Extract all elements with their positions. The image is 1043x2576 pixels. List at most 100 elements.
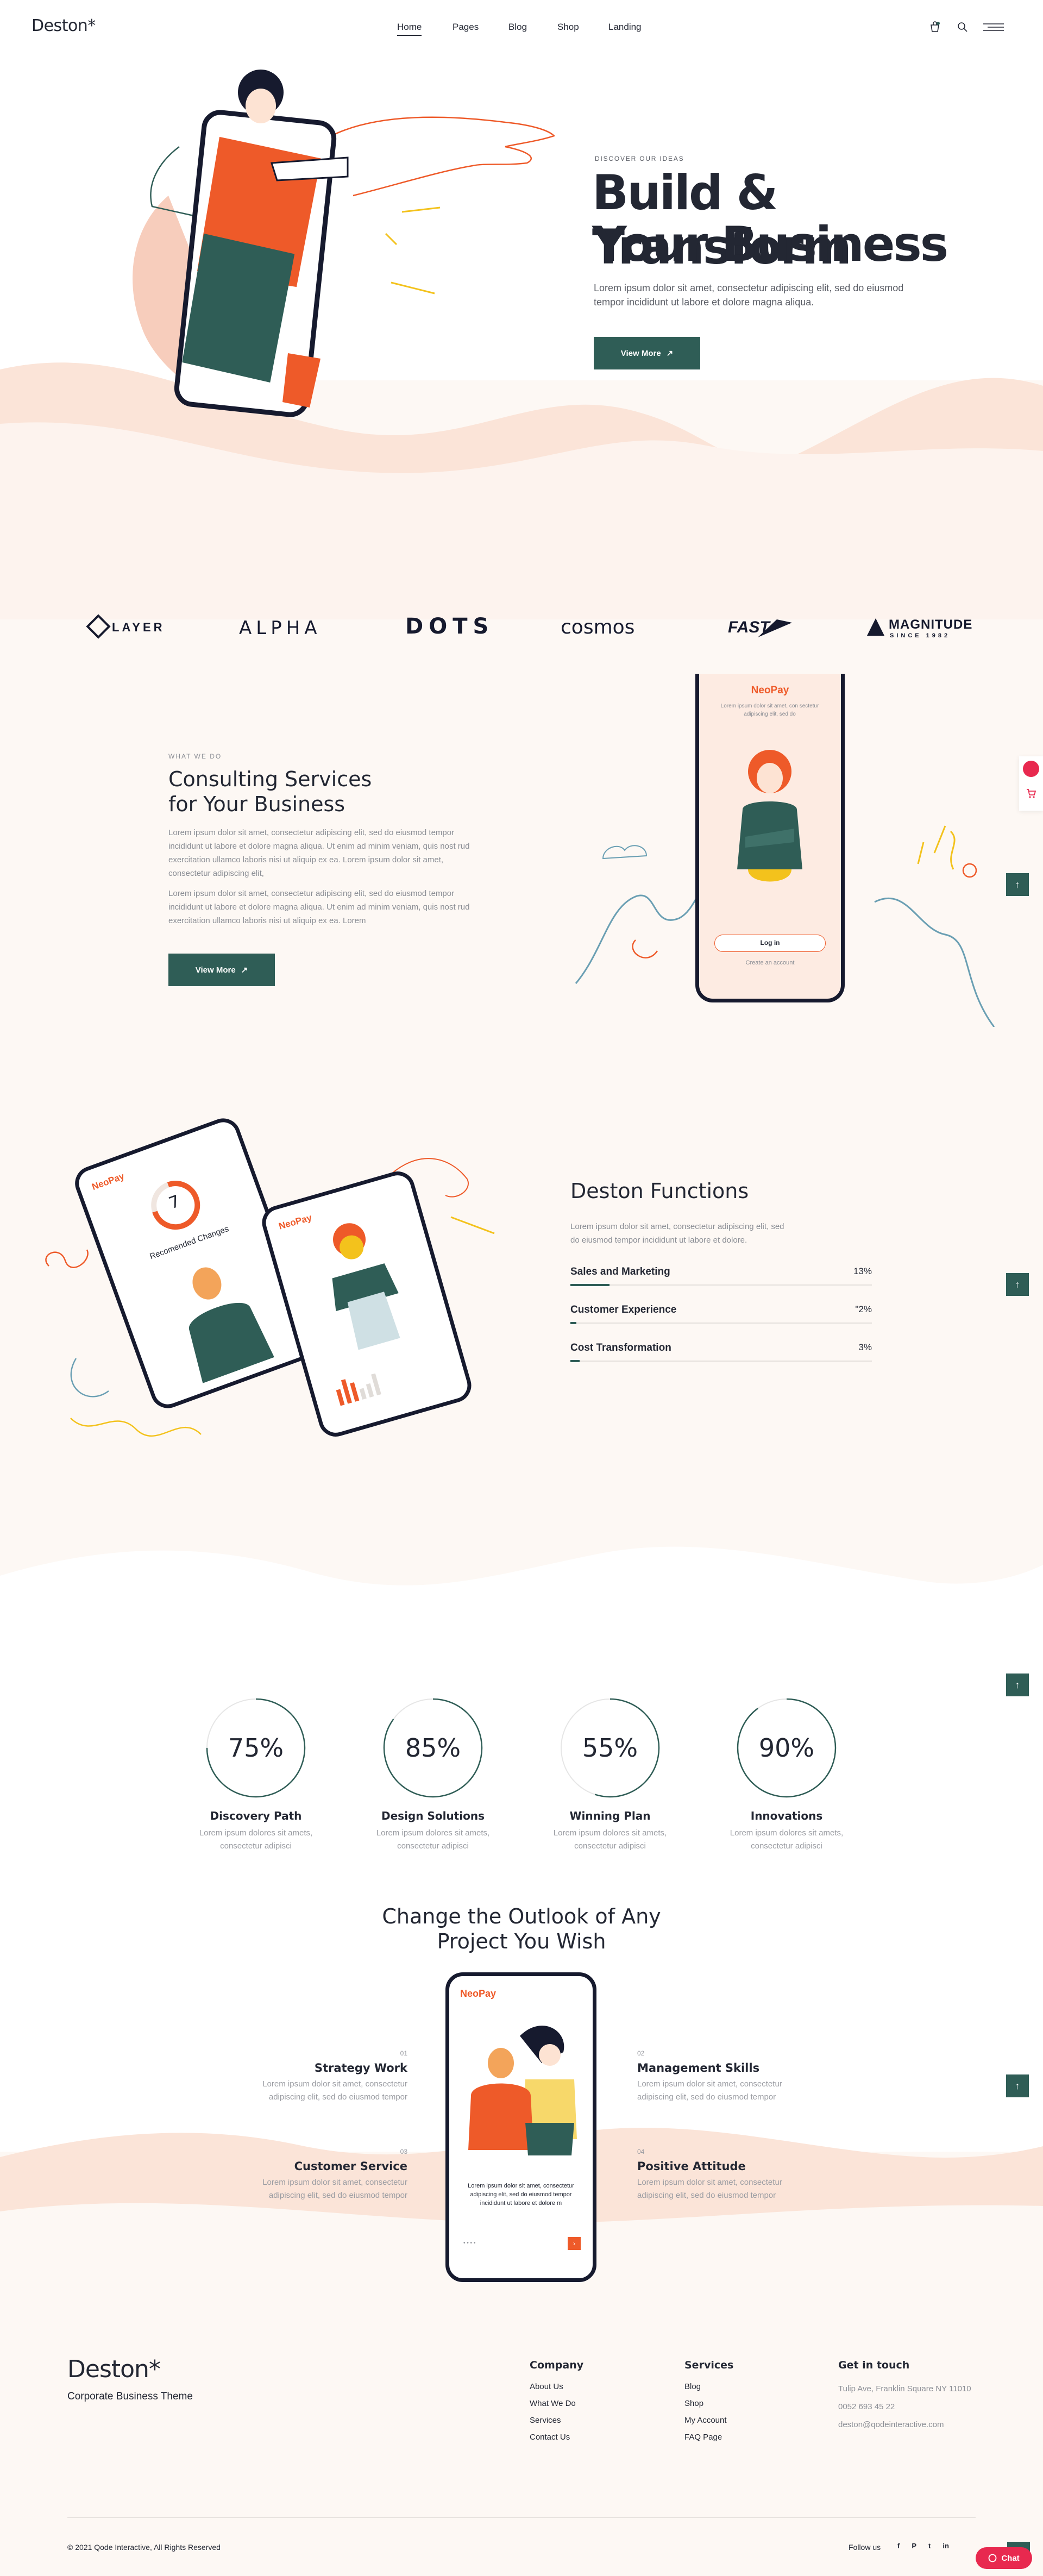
phone-text: Lorem ipsum dolor sit amet, con sectetur… bbox=[720, 703, 819, 717]
footer-contact-title: Get in touch bbox=[838, 2359, 910, 2371]
hero-view-more-label: View More bbox=[620, 348, 661, 358]
phone-brand: NeoPay bbox=[751, 685, 789, 696]
footer-email[interactable]: deston@qodeinteractive.com bbox=[838, 2420, 1017, 2429]
menu-icon[interactable] bbox=[983, 23, 1004, 32]
consulting-view-more-button[interactable]: View More ↗ bbox=[168, 954, 275, 986]
circle-title: Innovations bbox=[750, 1809, 823, 1822]
outlook-phone-mockup: NeoPay Lorem ipsum dolor sit amet, conse… bbox=[445, 1972, 596, 2282]
circle-desc-line-1: Lorem ipsum dolores sit amets, bbox=[553, 1828, 667, 1838]
feature-customer-service: 03 Customer Service Lorem ipsum dolor si… bbox=[239, 2148, 407, 2202]
outlook-phone-brand: NeoPay bbox=[460, 1988, 497, 1999]
circle-title: Discovery Path bbox=[210, 1809, 302, 1822]
layer-logo-icon bbox=[86, 614, 111, 639]
feature-number: 01 bbox=[400, 2049, 407, 2057]
client-logos: LAYER ALPHA DOTS cosmos FAST MAGNITUDE S… bbox=[0, 609, 1043, 652]
outlook-title-line-2: Project You Wish bbox=[437, 1929, 606, 1953]
circle-desc-line-2: consectetur adipisci bbox=[220, 1841, 292, 1851]
circle-design: 85% bbox=[382, 1697, 483, 1798]
feature-title: Positive Attitude bbox=[637, 2160, 746, 2173]
linkedin-icon[interactable]: in bbox=[943, 2542, 949, 2550]
consulting-title-line-1: Consulting Services bbox=[168, 767, 372, 791]
footer-link-about[interactable]: About Us bbox=[530, 2382, 638, 2391]
phone-left-brand: NeoPay bbox=[90, 1170, 126, 1193]
footer-phone[interactable]: 0052 693 45 22 bbox=[838, 2402, 1017, 2411]
footer-link-what-we-do[interactable]: What We Do bbox=[530, 2399, 638, 2408]
feature-number: 04 bbox=[637, 2148, 645, 2155]
circle-desc-line-2: consectetur adipisci bbox=[397, 1841, 469, 1851]
feature-title: Strategy Work bbox=[314, 2061, 407, 2074]
arrow-up-right-icon: ↗ bbox=[241, 966, 248, 975]
search-icon[interactable] bbox=[957, 22, 968, 33]
footer-link-shop[interactable]: Shop bbox=[684, 2399, 793, 2408]
chat-bubble-icon bbox=[988, 2554, 997, 2562]
consulting-view-more-label: View More bbox=[195, 965, 236, 975]
login-button[interactable]: Log in bbox=[714, 935, 826, 952]
chat-button[interactable]: Chat bbox=[976, 2547, 1032, 2569]
skill-experience-fill bbox=[570, 1322, 577, 1324]
feature-title: Management Skills bbox=[637, 2061, 760, 2074]
pinterest-icon[interactable]: P bbox=[912, 2542, 916, 2550]
footer-logo[interactable]: Deston* bbox=[67, 2355, 161, 2383]
skill-sales-fill bbox=[570, 1284, 610, 1286]
logo-cosmos: cosmos bbox=[561, 616, 635, 638]
outlook-phone-text: Lorem ipsum dolor sit amet, consectetur … bbox=[468, 2183, 574, 2207]
feature-number: 02 bbox=[637, 2049, 645, 2057]
footer-link-my-account[interactable]: My Account bbox=[684, 2416, 793, 2425]
demo-icon[interactable] bbox=[1023, 761, 1039, 777]
mid-wave-background bbox=[0, 1546, 1043, 1630]
next-arrow-button[interactable]: › bbox=[568, 2237, 581, 2250]
skill-experience-label: Customer Experience bbox=[570, 1304, 677, 1315]
circle-desc-line-2: consectetur adipisci bbox=[574, 1841, 646, 1851]
man-illustration bbox=[189, 1267, 274, 1383]
consulting-paragraph-1: Lorem ipsum dolor sit amet, consectetur … bbox=[168, 828, 470, 878]
skill-cost-track bbox=[570, 1360, 872, 1362]
scroll-up-button[interactable]: ↑ bbox=[1006, 2074, 1029, 2097]
nav-item-home[interactable]: Home bbox=[397, 22, 422, 36]
nav-item-shop[interactable]: Shop bbox=[557, 22, 579, 33]
feature-desc: Lorem ipsum dolor sit amet, consectetur … bbox=[637, 2178, 782, 2200]
footer-company: Company About Us What We Do Services Con… bbox=[530, 2359, 638, 2442]
footer-services-title: Services bbox=[684, 2359, 734, 2371]
skill-sales-track bbox=[570, 1284, 872, 1286]
consulting-phone-mockup: NeoPay Lorem ipsum dolor sit amet, con s… bbox=[695, 674, 845, 1002]
nav-item-landing[interactable]: Landing bbox=[608, 22, 642, 33]
feature-desc: Lorem ipsum dolor sit amet, consectetur … bbox=[637, 2079, 782, 2102]
worker-illustration bbox=[332, 1223, 400, 1350]
circle-desc-line-1: Lorem ipsum dolores sit amets, bbox=[376, 1828, 490, 1838]
logo-alpha: ALPHA bbox=[239, 617, 322, 639]
feature-positive-attitude: 04 Positive Attitude Lorem ipsum dolor s… bbox=[637, 2148, 806, 2202]
circle-title: Winning Plan bbox=[569, 1809, 651, 1822]
footer-link-contact[interactable]: Contact Us bbox=[530, 2433, 638, 2442]
hero-view-more-button[interactable]: View More ↗ bbox=[594, 337, 700, 369]
footer-link-blog[interactable]: Blog bbox=[684, 2382, 793, 2391]
bar-mini-chart bbox=[336, 1373, 381, 1406]
cart-icon[interactable] bbox=[929, 21, 941, 33]
footer-link-faq[interactable]: FAQ Page bbox=[684, 2433, 793, 2442]
hero-title-line-2: Your Business bbox=[592, 216, 948, 272]
circle-value: 90% bbox=[758, 1733, 815, 1763]
footer-divider bbox=[67, 2517, 976, 2518]
logo-dots: DOTS bbox=[405, 614, 494, 639]
chat-label: Chat bbox=[1001, 2553, 1020, 2563]
nav-item-blog[interactable]: Blog bbox=[508, 22, 527, 33]
footer-follow-label: Follow us bbox=[849, 2543, 881, 2552]
feature-desc: Lorem ipsum dolor sit amet, consectetur … bbox=[262, 2079, 407, 2102]
nav-item-pages[interactable]: Pages bbox=[453, 22, 479, 33]
create-account-link[interactable]: Create an account bbox=[699, 960, 841, 966]
outlook-title-line-1: Change the Outlook of Any bbox=[382, 1904, 661, 1928]
footer-services: Services Blog Shop My Account FAQ Page bbox=[684, 2359, 793, 2442]
footer-company-title: Company bbox=[530, 2359, 584, 2371]
scroll-up-button[interactable]: ↑ bbox=[1006, 1273, 1029, 1296]
footer-link-services[interactable]: Services bbox=[530, 2416, 638, 2425]
scroll-up-button[interactable]: ↑ bbox=[1006, 873, 1029, 896]
hero-eyebrow: DISCOVER OUR IDEAS bbox=[595, 155, 684, 162]
cart-side-icon[interactable] bbox=[1026, 788, 1036, 799]
footer-contact: Get in touch Tulip Ave, Franklin Square … bbox=[838, 2359, 1017, 2429]
circle-value: 85% bbox=[405, 1733, 461, 1763]
facebook-icon[interactable]: f bbox=[897, 2542, 900, 2550]
scroll-up-button[interactable]: ↑ bbox=[1006, 1674, 1029, 1696]
side-panel bbox=[1019, 756, 1043, 811]
twitter-icon[interactable]: t bbox=[928, 2542, 931, 2550]
skill-sales-label: Sales and Marketing bbox=[570, 1266, 670, 1277]
site-logo[interactable]: Deston* bbox=[32, 16, 96, 35]
